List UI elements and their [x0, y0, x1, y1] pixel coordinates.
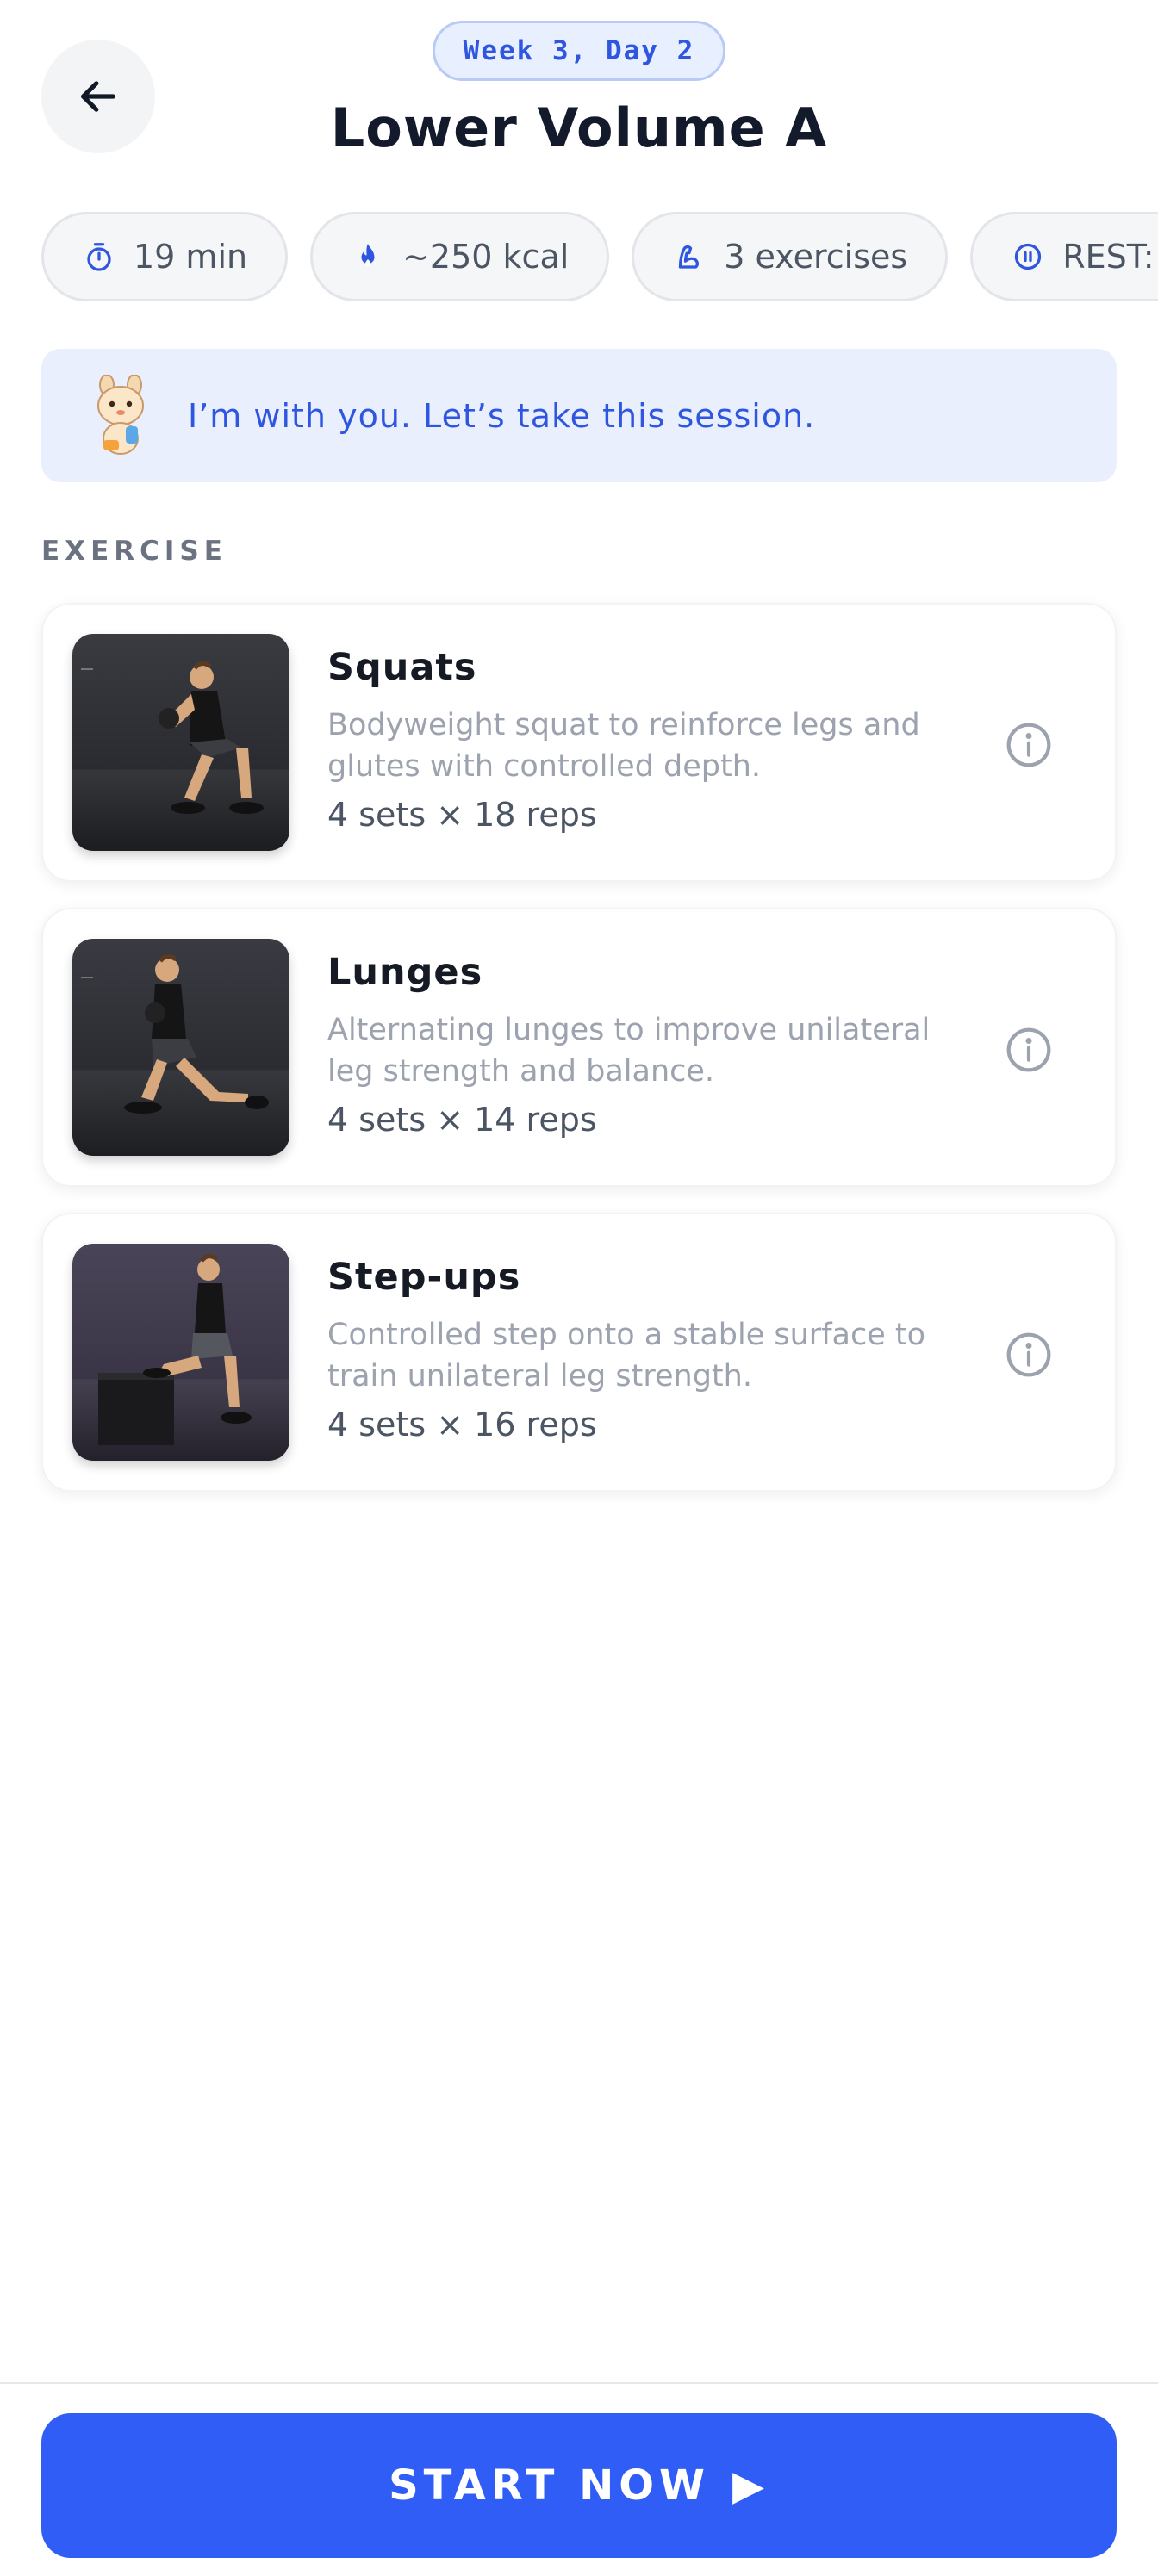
info-button[interactable]	[1005, 721, 1053, 769]
flexed-arm-icon	[679, 245, 700, 269]
info-icon	[1006, 1027, 1051, 1072]
pause-circle-icon	[1015, 243, 1042, 270]
exercise-image-squats	[72, 634, 290, 851]
exercise-description: Alternating lunges to improve unilateral…	[327, 1013, 931, 1089]
exercise-name: Step-ups	[327, 1256, 521, 1299]
play-icon: ▶	[732, 2461, 769, 2510]
calories-label: ~250 kcal	[402, 238, 570, 276]
calories-chip: ~250 kcal	[310, 212, 610, 301]
page-title: Lower Volume A	[330, 96, 828, 159]
header: Week 3, Day 2 Lower Volume A	[0, 0, 1158, 189]
info-button[interactable]	[1005, 1331, 1053, 1379]
bottom-bar: START NOW ▶	[0, 2382, 1158, 2576]
exercise-image-lunges	[72, 939, 290, 1156]
flame-icon	[361, 244, 375, 267]
exercise-name: Lunges	[327, 951, 483, 994]
exercise-card-lunges[interactable]: Lunges Alternating lunges to improve uni…	[41, 908, 1117, 1187]
duration-label: 19 min	[134, 238, 248, 276]
exercise-card-step-ups[interactable]: Step-ups Controlled step onto a stable s…	[41, 1213, 1117, 1492]
week-day-badge: Week 3, Day 2	[433, 21, 725, 81]
duration-chip: 19 min	[41, 212, 289, 301]
info-icon	[1006, 1332, 1051, 1377]
rest-label: REST: 50	[1062, 238, 1158, 276]
workout-stats-row[interactable]: 19 min ~250 kcal 3 exercises REST: 50	[41, 212, 1158, 303]
stopwatch-icon	[87, 243, 111, 271]
banner-text: I’m with you. Let’s take this session.	[188, 396, 816, 435]
start-now-label: START NOW	[389, 2461, 710, 2510]
exercise-image-step-ups	[72, 1244, 290, 1461]
exercise-sets: 4 sets × 16 reps	[327, 1406, 597, 1443]
exercise-sets: 4 sets × 14 reps	[327, 1101, 597, 1139]
start-now-button[interactable]: START NOW ▶	[41, 2413, 1117, 2558]
section-label: EXERCISE	[41, 536, 227, 567]
exercise-count-label: 3 exercises	[724, 238, 908, 276]
exercise-card-squats[interactable]: Squats Bodyweight squat to reinforce leg…	[41, 603, 1117, 882]
encouragement-banner: I’m with you. Let’s take this session.	[41, 349, 1117, 482]
info-icon	[1006, 723, 1051, 767]
info-button[interactable]	[1005, 1026, 1053, 1074]
exercise-sets: 4 sets × 18 reps	[327, 796, 597, 834]
exercise-name: Squats	[327, 646, 477, 689]
rest-chip: REST: 50	[970, 212, 1158, 301]
exercise-count-chip: 3 exercises	[632, 212, 949, 301]
mascot-icon	[97, 374, 144, 455]
exercise-description: Bodyweight squat to reinforce legs and g…	[327, 708, 920, 784]
exercise-description: Controlled step onto a stable surface to…	[327, 1318, 926, 1394]
